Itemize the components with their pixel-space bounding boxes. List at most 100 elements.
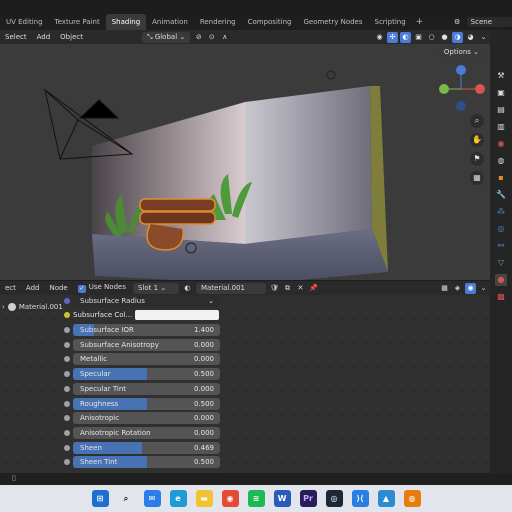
material-output-node[interactable]: › Material.001 bbox=[2, 303, 63, 311]
zoom-icon[interactable]: ⌕ bbox=[470, 114, 484, 128]
overlay-node-icon[interactable]: ◉ bbox=[465, 282, 476, 294]
word-icon[interactable]: W bbox=[273, 490, 291, 507]
data-icon[interactable]: ▽ bbox=[495, 257, 507, 269]
slot-dropdown[interactable]: Slot 1 ⌄ bbox=[132, 282, 179, 294]
node-options-icon[interactable]: ⌄ bbox=[478, 283, 489, 294]
search-icon[interactable]: ⌕ bbox=[118, 490, 135, 507]
expand-arrow-icon[interactable]: › bbox=[2, 303, 5, 311]
socket[interactable] bbox=[64, 327, 70, 333]
subsurface-radius-dropdown[interactable]: Subsurface Radius ⌄ bbox=[73, 295, 220, 307]
subsurface-color-swatch[interactable] bbox=[135, 310, 219, 320]
scene-selector[interactable]: ⚙ Scene bbox=[451, 14, 512, 30]
socket[interactable] bbox=[64, 356, 70, 363]
tab-geometry-nodes[interactable]: Geometry Nodes bbox=[297, 14, 368, 30]
particles-icon[interactable]: ⁂ bbox=[495, 206, 507, 218]
file-explorer-icon[interactable]: ▬ bbox=[195, 490, 213, 507]
add-workspace-icon[interactable]: + bbox=[412, 17, 428, 27]
modifier-icon[interactable]: 🔧 bbox=[495, 189, 507, 201]
render-icon[interactable]: ▣ bbox=[495, 87, 507, 99]
socket[interactable] bbox=[64, 298, 70, 304]
options-dropdown[interactable]: Options ⌄ bbox=[438, 47, 484, 57]
node-view-icon[interactable]: ▦ bbox=[439, 283, 450, 294]
scene-props-icon[interactable]: ◉ bbox=[495, 138, 507, 150]
node-add-menu[interactable]: Add bbox=[21, 284, 45, 292]
value-slider[interactable]: Metallic 0.000 bbox=[73, 353, 220, 366]
edge-icon[interactable]: e bbox=[169, 490, 187, 507]
xray-icon[interactable]: ▣ bbox=[413, 32, 424, 43]
value-slider[interactable]: Sheen Tint 0.500 bbox=[73, 456, 220, 469]
socket[interactable] bbox=[64, 371, 70, 378]
physics-icon[interactable]: ◎ bbox=[495, 223, 507, 235]
tool-icon[interactable]: ⚒ bbox=[495, 70, 507, 82]
tab-scripting[interactable]: Scripting bbox=[369, 14, 412, 30]
socket[interactable] bbox=[64, 429, 70, 436]
premiere-icon[interactable]: Pr bbox=[299, 490, 317, 507]
blender-icon[interactable]: ◍ bbox=[403, 490, 421, 507]
socket[interactable] bbox=[64, 400, 70, 407]
value-slider[interactable]: Sheen 0.469 bbox=[73, 441, 220, 454]
mail-icon[interactable]: ✉ bbox=[143, 490, 161, 507]
material-preview-icon[interactable]: ◑ bbox=[452, 31, 463, 43]
value-slider[interactable]: Anisotropic 0.000 bbox=[73, 412, 220, 425]
value-slider[interactable]: Subsurface Anisotropy 0.000 bbox=[73, 338, 220, 351]
value-slider[interactable]: Specular Tint 0.000 bbox=[73, 382, 220, 395]
material-props-icon[interactable]: ● bbox=[495, 274, 507, 286]
tab-uv-editing[interactable]: UV Editing bbox=[0, 14, 49, 30]
view-layer-icon[interactable]: ▥ bbox=[495, 121, 507, 133]
pin-icon[interactable]: 📌 bbox=[308, 283, 319, 294]
socket[interactable] bbox=[64, 385, 70, 392]
unlink-icon[interactable]: ✕ bbox=[295, 283, 306, 294]
material-browse-icon[interactable]: ◐ bbox=[182, 283, 193, 294]
tab-rendering[interactable]: Rendering bbox=[194, 14, 242, 30]
grid-icon[interactable]: ▦ bbox=[470, 171, 484, 185]
tab-animation[interactable]: Animation bbox=[146, 14, 194, 30]
select-menu[interactable]: Select bbox=[0, 33, 32, 41]
camera-view-icon[interactable]: ⚑ bbox=[470, 152, 484, 166]
snap-node-icon[interactable]: ◈ bbox=[452, 283, 463, 294]
socket[interactable] bbox=[64, 312, 70, 318]
duplicate-icon[interactable]: ⧉ bbox=[282, 283, 293, 294]
principled-bsdf-node[interactable]: Subsurface Radius ⌄ Subsurface Col... Su… bbox=[62, 295, 224, 475]
pan-hand-icon[interactable]: ✋ bbox=[470, 133, 484, 147]
socket[interactable] bbox=[64, 444, 70, 451]
snap-icon[interactable]: ⊙ bbox=[206, 32, 217, 43]
proportional-edit-icon[interactable]: ∧ bbox=[219, 32, 230, 43]
overlay-icon[interactable]: ◐ bbox=[400, 31, 411, 43]
tab-compositing[interactable]: Compositing bbox=[242, 14, 298, 30]
scene-name[interactable]: Scene bbox=[466, 17, 512, 27]
fake-user-icon[interactable]: 🛡 bbox=[269, 283, 280, 294]
3d-viewport[interactable]: Options ⌄ ⌕ ✋ ⚑ ▦ bbox=[0, 44, 490, 280]
object-props-icon[interactable]: ▪ bbox=[495, 172, 507, 184]
material-name-field[interactable]: Material.001 bbox=[195, 282, 266, 294]
socket[interactable] bbox=[64, 415, 70, 422]
gizmo-icon[interactable]: ✣ bbox=[387, 31, 398, 43]
transform-orientation-dropdown[interactable]: ⤡ Global ⌄ bbox=[141, 31, 191, 43]
windows-start-icon[interactable]: ⊞ bbox=[91, 490, 109, 507]
add-menu[interactable]: Add bbox=[32, 33, 56, 41]
photos-icon[interactable]: ▲ bbox=[377, 490, 395, 507]
wireframe-shading-icon[interactable]: ○ bbox=[426, 32, 437, 43]
socket[interactable] bbox=[64, 459, 70, 466]
use-nodes-toggle[interactable]: ✓ Use Nodes bbox=[73, 283, 131, 293]
value-slider[interactable]: Specular 0.500 bbox=[73, 368, 220, 381]
steam-icon[interactable]: ◎ bbox=[325, 490, 343, 507]
pivot-icon[interactable]: ⊘ bbox=[193, 32, 204, 43]
solid-shading-icon[interactable]: ● bbox=[439, 32, 450, 43]
chrome-icon[interactable]: ◉ bbox=[221, 490, 239, 507]
tab-shading[interactable]: Shading bbox=[105, 14, 147, 30]
object-menu[interactable]: Object bbox=[55, 33, 88, 41]
value-slider[interactable]: Roughness 0.500 bbox=[73, 397, 220, 410]
world-icon[interactable]: ◍ bbox=[495, 155, 507, 167]
value-slider[interactable]: Anisotropic Rotation 0.000 bbox=[73, 426, 220, 439]
constraints-icon[interactable]: ⚯ bbox=[495, 240, 507, 252]
vscode-icon[interactable]: ⟩⟨ bbox=[351, 490, 369, 507]
spotify-icon[interactable]: ≋ bbox=[247, 490, 265, 507]
visibility-icon[interactable]: ◉ bbox=[374, 32, 385, 43]
output-icon[interactable]: ▤ bbox=[495, 104, 507, 116]
value-slider[interactable]: Subsurface IOR 1.400 bbox=[73, 324, 220, 336]
socket[interactable] bbox=[64, 341, 70, 348]
texture-icon[interactable]: ▩ bbox=[495, 291, 507, 303]
node-select-menu[interactable]: ect bbox=[0, 284, 21, 292]
node-menu[interactable]: Node bbox=[44, 284, 72, 292]
tab-texture-paint[interactable]: Texture Paint bbox=[49, 14, 106, 30]
